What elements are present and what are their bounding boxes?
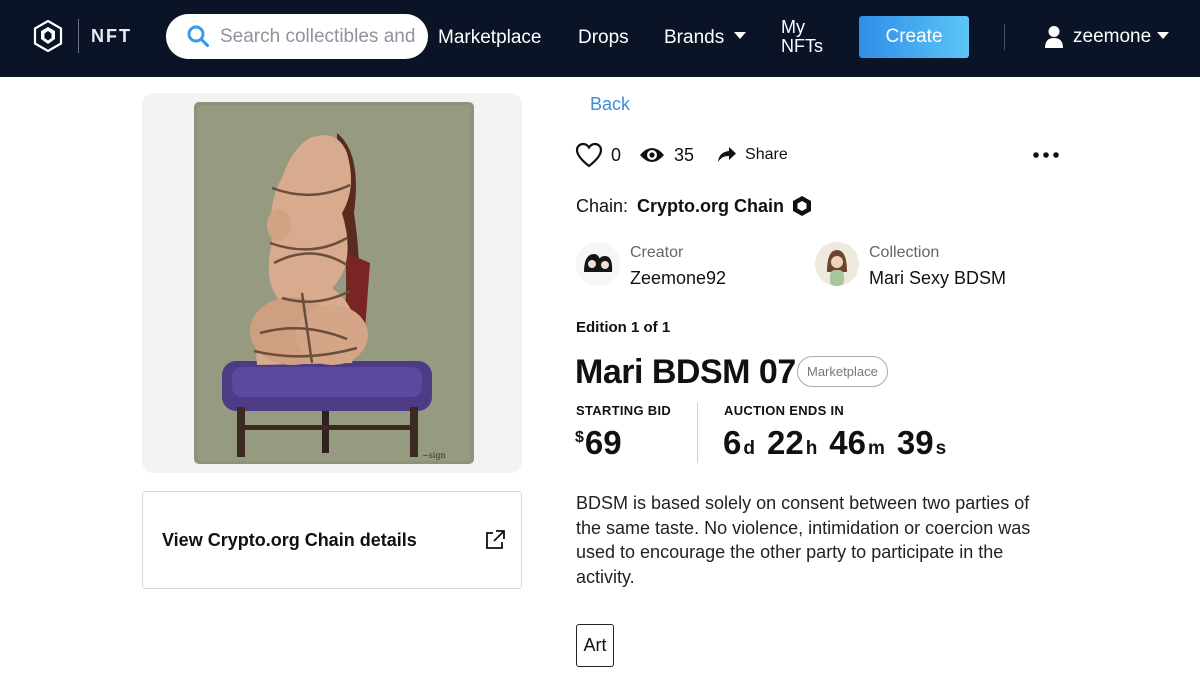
nft-artwork[interactable]: ~sign <box>142 93 522 473</box>
share-button-label[interactable]: Share <box>745 146 788 164</box>
creator-info[interactable]: Creator Zeemone92 <box>576 242 726 289</box>
eye-icon <box>640 148 665 162</box>
collection-role-label: Collection <box>869 244 940 261</box>
create-button[interactable]: Create <box>859 16 969 58</box>
currency-symbol: $ <box>575 429 584 446</box>
nav-drops-link[interactable]: Drops <box>578 27 629 49</box>
countdown-seconds: 39 <box>896 424 934 461</box>
user-menu[interactable]: zeemone <box>1044 23 1170 51</box>
crypto-org-chain-icon <box>793 196 812 216</box>
countdown-days: 6 <box>723 424 742 461</box>
chain-name: Crypto.org Chain <box>637 195 785 216</box>
crypto-com-logo-icon[interactable] <box>32 20 64 52</box>
auction-countdown: 6 d 22 h 46 m 39 s <box>723 424 958 462</box>
engagement-stats: 0 35 Share <box>575 140 788 170</box>
collection-info[interactable]: Collection Mari Sexy BDSM <box>815 242 1006 289</box>
views-count: 35 <box>674 144 695 165</box>
more-options-icon[interactable] <box>1032 150 1060 160</box>
heart-icon[interactable] <box>575 142 603 168</box>
collection-avatar[interactable] <box>815 242 859 286</box>
share-icon[interactable] <box>717 146 737 164</box>
creator-role-label: Creator <box>630 244 684 261</box>
nav-marketplace-link[interactable]: Marketplace <box>438 27 542 49</box>
top-navbar: NFT Marketplace Drops Brands My NFTs Cre… <box>0 0 1200 77</box>
starting-bid-label: STARTING BID <box>576 403 672 418</box>
user-icon <box>1045 26 1063 48</box>
bid-amount: 69 <box>584 424 622 461</box>
external-link-icon <box>486 530 505 549</box>
creator-name[interactable]: Zeemone92 <box>630 268 726 289</box>
username-label: zeemone <box>1073 26 1152 47</box>
hours-unit: h <box>805 438 818 459</box>
logo-divider <box>78 19 79 53</box>
chain-details-card[interactable]: View Crypto.org Chain details <box>142 491 522 589</box>
starting-bid-value: $69 <box>575 424 622 462</box>
bid-divider <box>697 402 698 463</box>
nft-title: Mari BDSM 07 <box>575 353 796 391</box>
seconds-unit: s <box>935 438 947 459</box>
back-link[interactable]: Back <box>590 94 630 115</box>
svg-text:~sign: ~sign <box>422 451 446 460</box>
minutes-unit: m <box>868 438 885 459</box>
edition-info: Edition 1 of 1 <box>576 319 671 336</box>
category-tag[interactable]: Art <box>576 624 614 667</box>
countdown-hours: 22 <box>766 424 804 461</box>
nav-divider <box>1004 24 1005 50</box>
search-input[interactable] <box>220 14 420 59</box>
search-icon <box>187 25 210 48</box>
creator-avatar[interactable] <box>576 242 620 286</box>
countdown-minutes: 46 <box>829 424 867 461</box>
nav-brands-dropdown[interactable]: Brands <box>664 27 747 49</box>
nft-description: BDSM is based solely on consent between … <box>576 493 1031 587</box>
brand-label[interactable]: NFT <box>91 26 132 47</box>
chain-details-label: View Crypto.org Chain details <box>162 530 417 550</box>
days-unit: d <box>743 438 755 459</box>
chevron-down-icon <box>1157 31 1170 39</box>
marketplace-badge: Marketplace <box>797 356 888 387</box>
chain-info: Chain: Crypto.org Chain <box>576 195 813 217</box>
chevron-down-icon <box>734 32 747 40</box>
auction-ends-label: AUCTION ENDS IN <box>724 403 845 418</box>
chain-label: Chain: <box>576 195 629 216</box>
likes-count: 0 <box>611 144 622 165</box>
artwork-image: ~sign <box>142 93 522 473</box>
nav-brands-label: Brands <box>664 27 725 48</box>
nav-my-nfts-link[interactable]: My NFTs <box>781 18 841 56</box>
collection-name[interactable]: Mari Sexy BDSM <box>869 268 1006 289</box>
search-bar[interactable] <box>166 14 428 59</box>
